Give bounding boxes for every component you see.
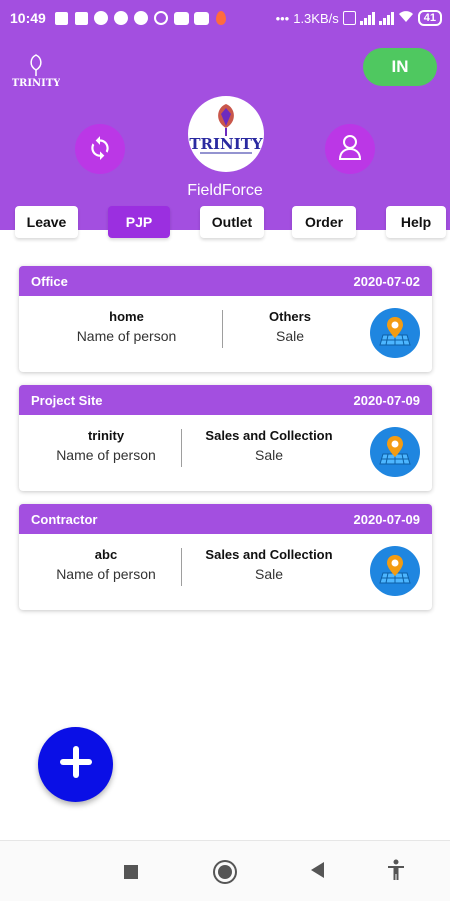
wifi-icon	[398, 10, 414, 26]
sync-icon	[87, 134, 113, 165]
app-name: FieldForce	[187, 182, 263, 199]
message-icon	[54, 11, 69, 26]
person-label: Name of person	[56, 566, 156, 582]
flame-icon	[214, 11, 229, 26]
type-column: Sales and Collection Sale	[191, 547, 347, 582]
person-label: Name of person	[76, 328, 177, 344]
person-value: trinity	[87, 428, 125, 443]
map-location-icon	[377, 432, 413, 473]
card-date: 2020-07-09	[353, 511, 421, 527]
map-button[interactable]	[370, 308, 420, 358]
person-value: abc	[94, 547, 118, 562]
type-value: Sales and Collection	[205, 547, 333, 562]
add-fab-button[interactable]	[38, 727, 113, 802]
sim-icon	[342, 11, 356, 25]
plus-icon	[54, 740, 98, 789]
type-label: Sale	[275, 328, 305, 344]
map-location-icon	[377, 313, 413, 354]
check-circle-icon	[134, 11, 149, 26]
network-speed: 1.3KB/s	[293, 10, 339, 26]
back-button[interactable]	[305, 859, 331, 885]
upload-icon	[74, 11, 89, 26]
person-column: trinity Name of person	[37, 428, 175, 463]
signal-icon-2	[378, 11, 394, 25]
card-body: home Name of person Others Sale	[19, 296, 432, 372]
back-triangle-icon	[311, 861, 325, 883]
youtube-icon	[173, 11, 189, 26]
signal-icon	[359, 11, 375, 25]
map-button[interactable]	[370, 427, 420, 477]
status-right: ••• 1.3KB/s 41	[276, 10, 442, 26]
tab-pjp[interactable]: PJP	[108, 206, 170, 238]
home-button[interactable]	[212, 859, 238, 885]
accessibility-icon	[387, 859, 405, 886]
check-in-button[interactable]: IN	[363, 48, 437, 86]
person-label: Name of person	[56, 447, 156, 463]
profile-button[interactable]	[325, 124, 375, 174]
facebook-icon	[94, 11, 109, 26]
map-button[interactable]	[370, 546, 420, 596]
tab-leave[interactable]: Leave	[15, 206, 78, 238]
type-column: Sales and Collection Sale	[191, 428, 347, 463]
card-date: 2020-07-09	[353, 392, 421, 408]
card-body: abc Name of person Sales and Collection …	[19, 534, 432, 610]
card-header: Contractor 2020-07-09	[19, 504, 432, 534]
system-nav-bar	[0, 840, 450, 901]
trinity-logo-small: TRINITY	[12, 52, 61, 92]
card-header: Project Site 2020-07-09	[19, 385, 432, 415]
recent-apps-button[interactable]	[118, 859, 144, 885]
tab-outlet[interactable]: Outlet	[200, 206, 264, 238]
sync-status-icon	[154, 11, 169, 26]
column-divider	[222, 310, 223, 348]
card-date: 2020-07-02	[353, 273, 421, 289]
more-dots: •••	[275, 10, 290, 26]
type-value: Sales and Collection	[205, 428, 333, 443]
user-profile-icon	[337, 133, 363, 166]
card-category: Project Site	[31, 392, 103, 408]
person-value: home	[109, 309, 144, 324]
status-bar: 10:49 ••• 1.3KB/s 41	[0, 0, 450, 36]
svg-text:TRINITY: TRINITY	[12, 78, 60, 89]
type-value: Others	[269, 309, 311, 324]
status-time: 10:49	[10, 10, 46, 26]
card-category: Office	[31, 273, 68, 289]
person-column: home Name of person	[59, 309, 194, 344]
card-header: Office 2020-07-02	[19, 266, 432, 296]
logo-text: TRINITY	[189, 135, 263, 153]
person-column: abc Name of person	[37, 547, 175, 582]
youtube-icon-2	[193, 11, 209, 26]
type-label: Sale	[254, 447, 284, 463]
card-body: trinity Name of person Sales and Collect…	[19, 415, 432, 491]
app-header: TRINITY IN TRINITY FieldForce	[0, 36, 450, 230]
tab-order[interactable]: Order	[292, 206, 356, 238]
visit-card-project-site[interactable]: Project Site 2020-07-09 trinity Name of …	[19, 385, 432, 491]
battery-indicator: 41	[417, 10, 442, 26]
whatsapp-icon	[114, 11, 129, 26]
trinity-logo: TRINITY	[188, 96, 264, 172]
visit-card-contractor[interactable]: Contractor 2020-07-09 abc Name of person…	[19, 504, 432, 610]
square-icon	[124, 865, 138, 879]
card-category: Contractor	[31, 511, 98, 527]
visit-card-office[interactable]: Office 2020-07-02 home Name of person Ot…	[19, 266, 432, 372]
accessibility-button[interactable]	[383, 859, 409, 885]
type-label: Sale	[254, 566, 284, 582]
tab-help[interactable]: Help	[386, 206, 446, 238]
column-divider	[181, 548, 182, 586]
sync-button[interactable]	[75, 124, 125, 174]
map-location-icon	[377, 551, 413, 592]
type-column: Others Sale	[224, 309, 356, 344]
home-circle-icon	[218, 865, 232, 879]
column-divider	[181, 429, 182, 467]
